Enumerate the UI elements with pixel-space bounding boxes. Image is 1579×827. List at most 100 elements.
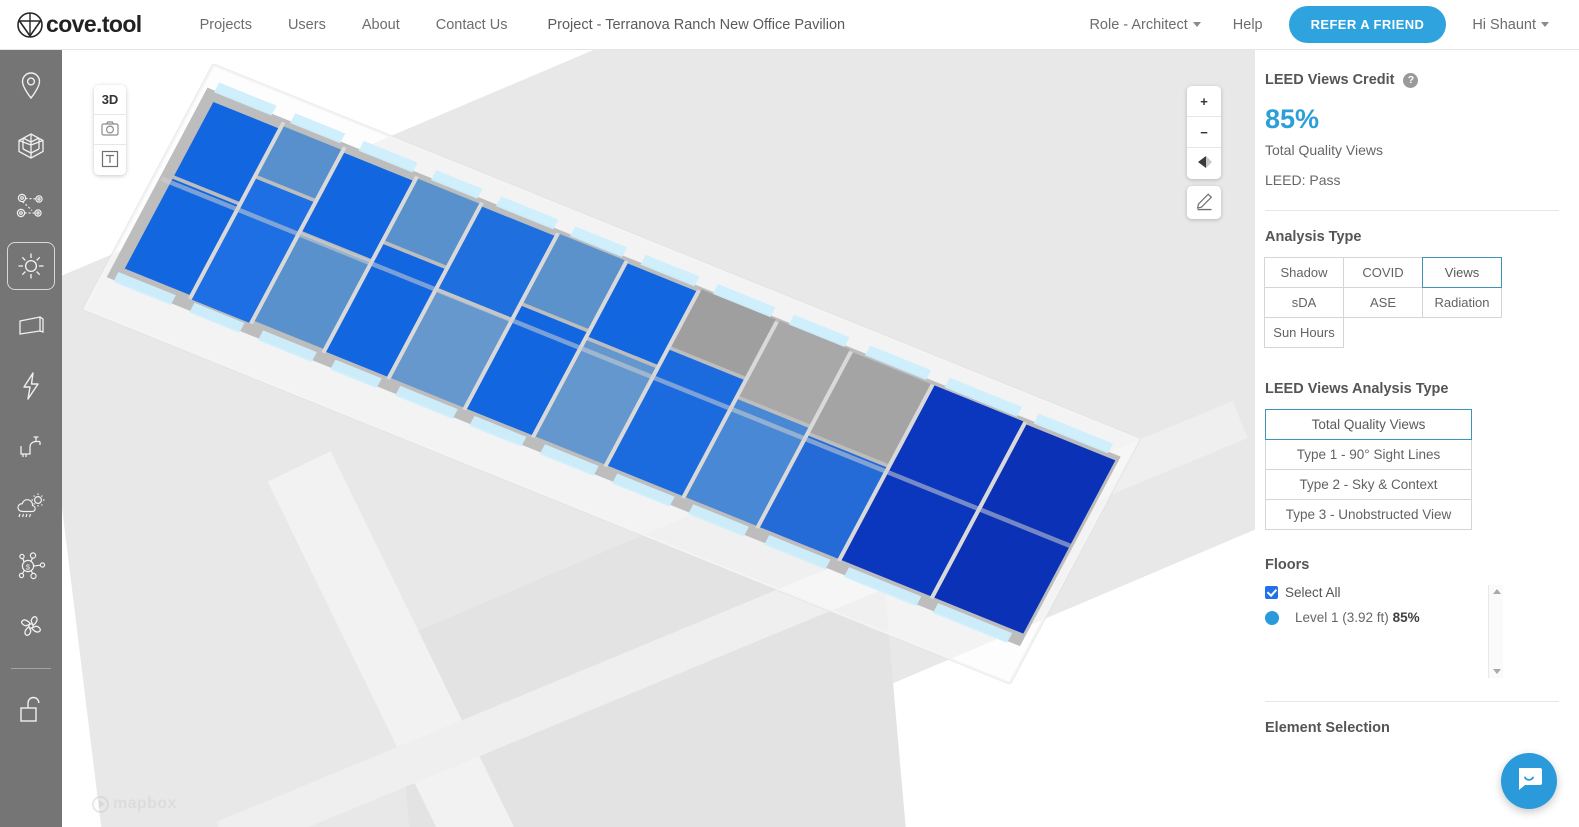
leed-credit-header: LEED Views Credit ?: [1265, 72, 1559, 88]
role-dropdown-label: Role - Architect: [1089, 16, 1188, 33]
role-dropdown[interactable]: Role - Architect: [1073, 17, 1216, 33]
covetool-logo-icon: [16, 11, 44, 39]
zoom-toolbar: + −: [1187, 86, 1221, 179]
analysis-type-views[interactable]: Views: [1422, 257, 1502, 288]
leed-status-text: LEED: Pass: [1265, 172, 1341, 188]
zoom-in-button[interactable]: +: [1187, 86, 1221, 117]
brand-logo[interactable]: cove.tool: [16, 11, 142, 39]
help-icon[interactable]: ?: [1403, 72, 1419, 88]
analysis-type-title: Analysis Type: [1265, 229, 1362, 245]
compass-arrow-icon: [1195, 154, 1213, 173]
camera-icon: [101, 120, 119, 139]
panel-divider: [1265, 210, 1559, 211]
text-tool-icon: [101, 150, 119, 171]
compass-button[interactable]: [1187, 148, 1221, 179]
right-analysis-panel: LEED Views Credit ? 85% Total Quality Vi…: [1255, 50, 1579, 827]
faucet-icon: [17, 432, 45, 460]
location-pin-icon: [18, 71, 44, 101]
sidebar-item-3d-model[interactable]: [7, 122, 55, 170]
nav-item-help[interactable]: Help: [1217, 17, 1279, 33]
views-analysis-group: Total Quality Views Type 1 - 90° Sight L…: [1265, 409, 1472, 530]
element-selection-title: Element Selection: [1265, 720, 1390, 736]
floor-label: Level 1 (3.92 ft) 85%: [1295, 610, 1420, 625]
top-navigation-bar: cove.tool Projects Users About Contact U…: [0, 0, 1579, 50]
3d-box-icon: [16, 131, 46, 161]
pencil-edit-button[interactable]: [1187, 186, 1221, 219]
sidebar-item-envelope[interactable]: [7, 302, 55, 350]
views-analysis-title: LEED Views Analysis Type: [1265, 381, 1449, 397]
nav-item-projects[interactable]: Projects: [182, 17, 270, 33]
views-option-total-quality[interactable]: Total Quality Views: [1265, 409, 1472, 440]
floors-list-wrap: Select All Level 1 (3.92 ft) 85%: [1265, 585, 1559, 678]
svg-text:$: $: [26, 562, 31, 571]
camera-button[interactable]: [94, 115, 126, 145]
floor-row[interactable]: Level 1 (3.92 ft) 85%: [1265, 610, 1559, 625]
leed-credit-title: LEED Views Credit: [1265, 72, 1395, 88]
secondary-nav: Role - Architect Help REFER A FRIEND Hi …: [1073, 6, 1565, 43]
analysis-type-shadow[interactable]: Shadow: [1264, 257, 1344, 288]
intercom-chat-icon: [1516, 766, 1543, 796]
floors-title: Floors: [1265, 557, 1310, 573]
views-option-type-2[interactable]: Type 2 - Sky & Context: [1265, 469, 1472, 500]
sidebar-divider: [11, 668, 51, 669]
nav-item-users[interactable]: Users: [270, 17, 344, 33]
analysis-type-group: Shadow COVID Views sDA ASE Radiation Sun…: [1264, 257, 1505, 348]
sidebar-item-weather[interactable]: [7, 482, 55, 530]
edit-toolbar: [1187, 186, 1221, 219]
analysis-type-sun-hours[interactable]: Sun Hours: [1264, 317, 1344, 348]
analysis-type-ase[interactable]: ASE: [1343, 287, 1423, 318]
network-nodes-icon: [15, 192, 47, 220]
refer-a-friend-button[interactable]: REFER A FRIEND: [1288, 6, 1447, 43]
sidebar-item-lock[interactable]: [7, 685, 55, 733]
scroll-up-icon[interactable]: [1492, 589, 1501, 594]
nav-item-contact-us[interactable]: Contact Us: [418, 17, 526, 33]
mapbox-attribution[interactable]: mapbox: [92, 795, 177, 813]
user-menu[interactable]: Hi Shaunt: [1456, 17, 1565, 33]
floor-color-dot[interactable]: [1265, 610, 1279, 625]
analysis-type-sda[interactable]: sDA: [1264, 287, 1344, 318]
panel-divider-bottom: [1265, 701, 1559, 702]
nav-item-about[interactable]: About: [344, 17, 418, 33]
zoom-out-button[interactable]: −: [1187, 117, 1221, 148]
nav-item-current-project[interactable]: Project - Terranova Ranch New Office Pav…: [525, 17, 863, 33]
views-option-type-3[interactable]: Type 3 - Unobstructed View: [1265, 499, 1472, 530]
floor-value: 85%: [1392, 610, 1420, 625]
application-root: cove.tool Projects Users About Contact U…: [0, 0, 1579, 827]
primary-nav: Projects Users About Contact Us Project …: [182, 17, 864, 33]
sidebar-item-water[interactable]: [7, 422, 55, 470]
select-all-row[interactable]: Select All: [1265, 585, 1559, 600]
chevron-down-icon: [1541, 22, 1549, 28]
sidebar-item-cost[interactable]: $: [7, 542, 55, 590]
intercom-chat-button[interactable]: [1501, 753, 1557, 809]
credit-percentage: 85%: [1265, 104, 1320, 134]
sidebar-item-network[interactable]: [7, 182, 55, 230]
floors-scrollbar[interactable]: [1488, 585, 1503, 678]
select-all-label: Select All: [1285, 585, 1341, 600]
analysis-type-radiation[interactable]: Radiation: [1422, 287, 1502, 318]
views-option-type-1[interactable]: Type 1 - 90° Sight Lines: [1265, 439, 1472, 470]
sidebar-item-solar-analysis[interactable]: [7, 242, 55, 290]
view-mode-toolbar: 3D: [94, 85, 126, 175]
window-panel-icon: [16, 314, 46, 338]
sidebar-item-energy[interactable]: [7, 362, 55, 410]
sidebar-item-location[interactable]: [7, 62, 55, 110]
brand-logo-text: cove.tool: [46, 11, 142, 37]
scroll-down-icon[interactable]: [1492, 669, 1501, 674]
fan-propeller-icon: [16, 611, 46, 641]
mapbox-logo-icon: [92, 795, 109, 813]
model-viewport[interactable]: 3D + − mapbox: [62, 50, 1255, 827]
user-menu-label: Hi Shaunt: [1472, 16, 1536, 33]
lightning-bolt-icon: [20, 371, 42, 401]
select-all-checkbox[interactable]: [1265, 586, 1278, 599]
sun-icon: [16, 251, 46, 281]
sidebar-item-ventilation[interactable]: [7, 602, 55, 650]
text-annotation-button[interactable]: [94, 145, 126, 175]
cost-network-icon: $: [15, 551, 47, 581]
view-mode-3d-button[interactable]: 3D: [94, 85, 126, 115]
credit-caption: Total Quality Views: [1265, 142, 1384, 158]
unlocked-padlock-icon: [17, 694, 45, 724]
analysis-type-covid[interactable]: COVID: [1343, 257, 1423, 288]
mapbox-label: mapbox: [113, 795, 177, 812]
left-sidebar: $: [0, 50, 62, 827]
pencil-edit-icon: [1195, 192, 1214, 214]
